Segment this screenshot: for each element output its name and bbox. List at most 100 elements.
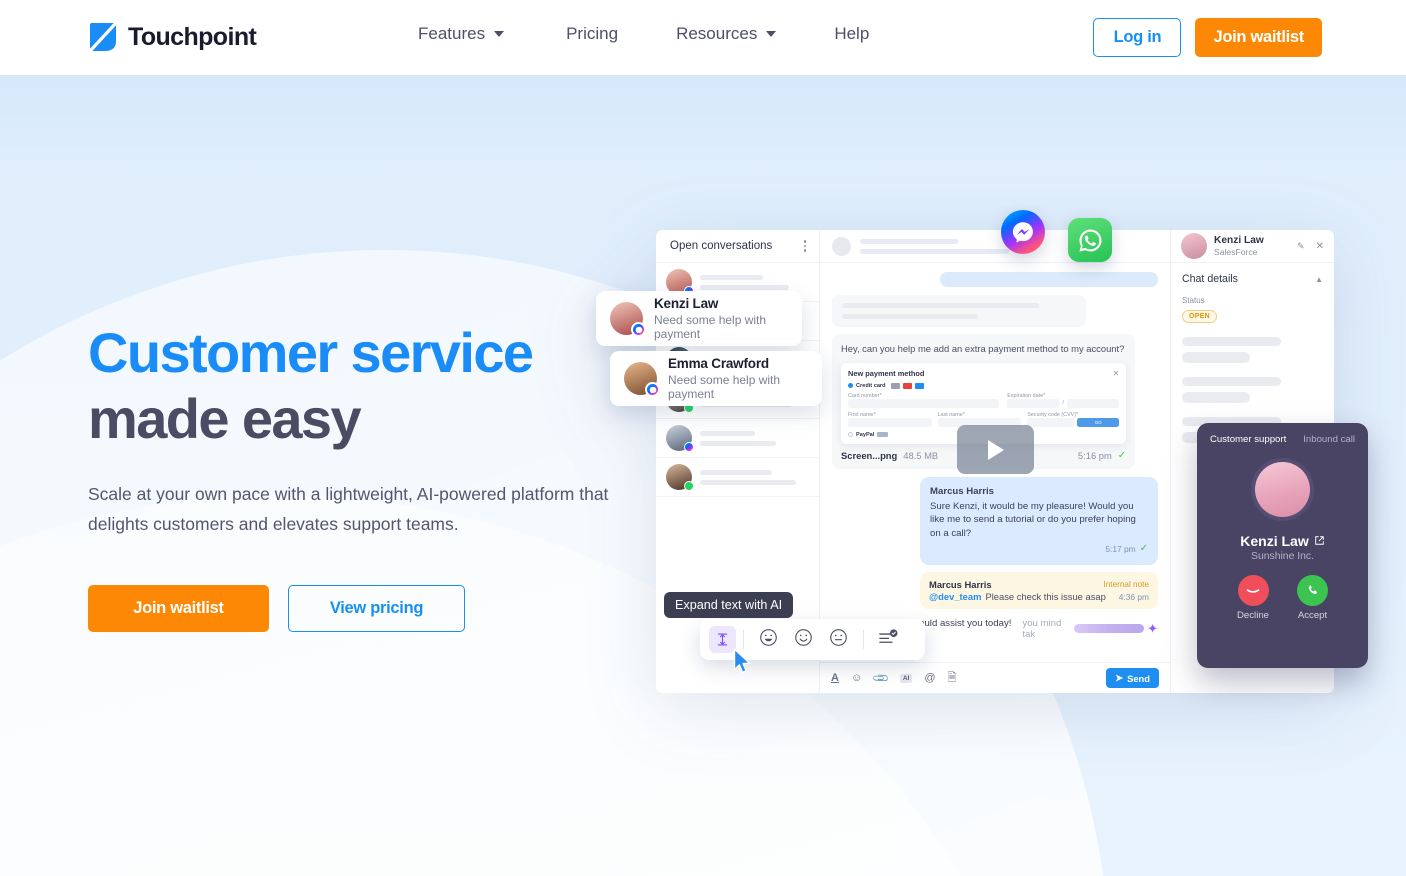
expiry-year-input[interactable]: [1066, 398, 1120, 408]
logo-text: Touchpoint: [128, 22, 257, 51]
status-badge: OPEN: [1182, 310, 1218, 323]
field-label: First name*: [848, 411, 876, 418]
close-icon[interactable]: ✕: [1316, 241, 1324, 252]
list-item[interactable]: [656, 419, 819, 458]
divider: [743, 630, 744, 649]
emoji-neutral-icon[interactable]: [829, 628, 848, 652]
nav-item-features[interactable]: Features: [418, 24, 505, 44]
contact-name: Kenzi Law: [1214, 234, 1264, 246]
login-button[interactable]: Log in: [1093, 18, 1182, 57]
nav-label-pricing: Pricing: [566, 24, 619, 43]
mention-icon[interactable]: @: [924, 672, 935, 684]
call-popup-type: Inbound call: [1303, 434, 1355, 445]
conversation-preview: Need some help with payment: [654, 313, 767, 341]
conversation-name: Kenzi Law: [654, 296, 719, 311]
pencil-icon[interactable]: ✎: [1297, 241, 1305, 252]
radio-credit-card[interactable]: [848, 383, 853, 389]
cvv-input[interactable]: [1027, 417, 1075, 427]
mouse-cursor: [733, 648, 753, 680]
external-link-icon[interactable]: [1314, 533, 1325, 549]
composer-toolbar: A ☺ 📎 AI @ 🗎 ➤ Send: [820, 662, 1170, 693]
join-waitlist-hero-button[interactable]: Join waitlist: [88, 585, 269, 633]
nav-item-pricing[interactable]: Pricing: [566, 24, 618, 44]
conversation-name: Emma Crawford: [668, 356, 769, 371]
attachment-icon[interactable]: 📎: [872, 669, 890, 687]
note-text: Please check this issue asap: [985, 590, 1106, 602]
submit-button[interactable]: GO: [1077, 417, 1120, 427]
attachment-filename: Screen...png: [841, 449, 898, 461]
contact-org: SalesForce: [1214, 247, 1258, 258]
radio-paypal[interactable]: [848, 432, 853, 438]
details-section-header[interactable]: Chat details ▲: [1182, 273, 1323, 285]
summarize-icon[interactable]: [878, 628, 899, 652]
ai-sparkle-icon: ✦: [1147, 621, 1158, 637]
divider: [863, 630, 864, 649]
card-brand-icon: [890, 382, 900, 389]
emoji-smile-icon[interactable]: [794, 628, 813, 652]
card-number-input[interactable]: [848, 398, 1000, 408]
composer-ghost-text: you mind tak: [1022, 617, 1062, 640]
caller-name: Kenzi Law: [1240, 533, 1309, 549]
text-format-icon[interactable]: A: [831, 672, 839, 684]
note-author: Marcus Harris: [929, 578, 992, 590]
call-popup-source: Customer support: [1210, 434, 1287, 445]
floating-conversation-kenzi[interactable]: Kenzi Law Need some help with payment: [596, 291, 802, 346]
expiry-month-input[interactable]: [1007, 398, 1060, 408]
join-waitlist-header-button[interactable]: Join waitlist: [1195, 18, 1322, 57]
card-brand-icon: [914, 382, 924, 389]
view-pricing-button[interactable]: View pricing: [288, 585, 465, 633]
template-icon[interactable]: 🗎: [948, 669, 957, 688]
page-title: Customer service made easy: [88, 320, 628, 451]
double-check-icon: ✓: [1139, 543, 1148, 555]
send-button[interactable]: ➤ Send: [1106, 668, 1159, 688]
messenger-icon: [1001, 210, 1045, 254]
list-item[interactable]: [656, 458, 819, 497]
nav-label-resources: Resources: [676, 24, 758, 43]
field-label: Last name*: [937, 411, 965, 418]
floating-conversation-emma[interactable]: Emma Crawford Need some help with paymen…: [610, 351, 822, 406]
accept-label: Accept: [1297, 610, 1328, 621]
chevron-up-icon[interactable]: ▲: [1315, 275, 1323, 284]
kebab-menu-icon[interactable]: [803, 240, 806, 252]
whatsapp-icon: [1068, 218, 1112, 262]
internal-note: Marcus Harris Internal note @dev_team Pl…: [920, 571, 1158, 609]
payment-form-title: New payment method: [848, 368, 925, 378]
attachment-filesize: 48.5 MB: [903, 449, 939, 461]
accept-call-button[interactable]: Accept: [1297, 575, 1328, 621]
double-check-icon: ✓: [1117, 449, 1127, 461]
decline-call-button[interactable]: Decline: [1237, 575, 1269, 621]
conversation-preview: Need some help with payment: [668, 373, 781, 401]
play-button-icon[interactable]: [957, 425, 1034, 474]
payment-option-paypal: PayPal: [856, 431, 875, 438]
detail-placeholder: [1182, 377, 1281, 386]
headline-line-1: Customer service: [88, 321, 534, 384]
note-tag: Internal note: [1103, 579, 1149, 589]
avatar: [1181, 233, 1207, 259]
note-time: 4:36 pm: [1118, 591, 1149, 602]
logo[interactable]: Touchpoint: [88, 21, 257, 53]
ai-icon[interactable]: AI: [899, 673, 913, 683]
emoji-happy-icon[interactable]: [759, 628, 778, 652]
nav-item-help[interactable]: Help: [834, 24, 869, 44]
close-icon[interactable]: ✕: [1112, 369, 1119, 378]
phone-hangup-icon: [1237, 575, 1269, 606]
first-name-input[interactable]: [848, 417, 932, 427]
detail-placeholder: [1182, 352, 1250, 363]
emoji-icon[interactable]: ☺: [851, 672, 862, 684]
avatar: [624, 362, 660, 397]
message-placeholder: [939, 272, 1158, 287]
conversations-header: Open conversations: [656, 230, 819, 263]
expand-text-icon[interactable]: [709, 626, 736, 653]
call-popup-header: Customer support Inbound call: [1197, 423, 1368, 445]
nav-item-resources[interactable]: Resources: [676, 24, 777, 44]
detail-placeholder: [1182, 392, 1250, 403]
note-mention[interactable]: @dev_team: [929, 591, 981, 602]
send-label: Send: [1127, 672, 1150, 684]
decline-label: Decline: [1237, 610, 1269, 621]
hero-subtitle: Scale at your own pace with a lightweigh…: [88, 484, 609, 535]
ai-suggestion-bar: [1074, 624, 1145, 634]
touchpoint-leaf-logo-icon: [88, 21, 118, 53]
status-label: Status: [1182, 296, 1205, 305]
site-header: Touchpoint Features Pricing Resources He…: [0, 0, 1406, 75]
details-section: Chat details ▲ Status OPEN: [1171, 263, 1334, 443]
